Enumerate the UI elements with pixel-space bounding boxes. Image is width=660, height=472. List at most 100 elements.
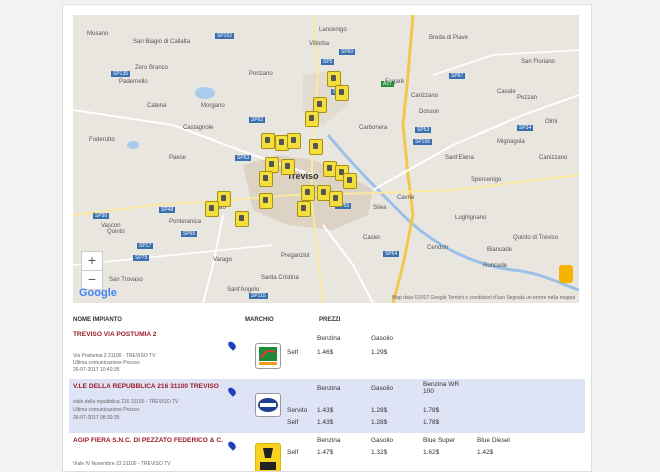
price-value: 1.78$ [423,407,440,414]
map-place-label: Roncade [483,263,508,269]
map-place-label: Varago [213,257,232,263]
fuel-type-header: Gasolio [371,335,394,342]
map-pin-icon[interactable] [226,340,238,351]
fuel-type-header: Benzina [317,335,341,342]
map-place-label: San Biagio di Callalta [133,39,191,45]
fuel-station-marker[interactable] [235,211,249,227]
fuel-type-header: Gasolio [371,437,394,444]
map-pin-icon[interactable] [226,440,238,451]
map-place-label: Spercenigo [471,177,502,183]
fuel-station-marker[interactable] [287,133,301,149]
tamoil-logo-graphic [258,398,278,412]
eni-logo-graphic [260,448,276,470]
last-update-time: 26-07-2017 08:30:35 [73,415,120,421]
road-shield: SP67 [449,73,466,79]
price-value: 1.47$ [317,449,334,456]
station-address: Via Postumia 2 31100 - TREVISO TV [73,353,156,359]
last-update-time: 26-07-2017 10:40:35 [73,367,120,373]
fuel-station-marker[interactable] [259,171,273,187]
service-type: Self [287,349,299,356]
fuel-station-marker[interactable] [297,201,311,217]
map-place-label: Lughignano [455,215,487,221]
station-row[interactable]: AGIP FIERA S.N.C. DI PEZZATO FEDERICO & … [69,433,585,471]
map-place-label: Vascon [101,223,121,229]
road-shield: SP115 [249,293,268,299]
fuel-station-marker[interactable] [261,133,275,149]
map-footer[interactable]: Map data ©2017 Google Termini e condizio… [392,295,575,301]
fuel-station-marker[interactable] [281,159,295,175]
price-value: 1.78$ [423,419,440,426]
fuel-station-marker[interactable] [309,139,323,155]
total-erg-logo [255,343,281,369]
map-place-label: San Trovaso [109,277,143,283]
fuel-station-marker[interactable] [335,85,349,101]
column-header-name: NOME IMPIANTO [73,317,122,323]
map-place-label: Cendon [427,245,449,251]
map-place-label: Ponteranica [169,219,202,225]
road-shield: SP5 [321,59,335,65]
eni-logo [255,443,281,471]
road-shield: SP64 [383,251,400,257]
last-update-label: Ultima comunicazione Prezzo: [73,360,141,366]
map-place-label: Zero Branco [135,65,169,71]
map[interactable]: Treviso Musano Quinto Paese Ponzano Vill… [73,15,579,303]
map-place-label: Lancenigo [319,27,347,33]
price-value: 1.42$ [477,449,494,456]
map-place-label: Villorba [309,41,329,47]
map-place-label: Preganziol [281,253,310,259]
zoom-in-button[interactable]: + [81,251,103,271]
fuel-type-header: Gasolio [371,385,394,392]
total-erg-logo-graphic [259,347,277,365]
map-place-label: Sant'Elena [445,155,474,161]
fuel-station-marker[interactable] [301,185,315,201]
map-pin-icon[interactable] [226,386,238,397]
map-place-label: Morgano [201,103,225,109]
map-place-label: Olmi [545,119,558,125]
service-type: Self [287,419,299,426]
google-logo[interactable]: Google [79,287,117,299]
map-place-label: Padernello [119,79,148,85]
road-shield: SP17 [137,243,154,249]
map-place-label: Cavrie [397,195,415,201]
fuel-station-marker[interactable] [329,191,343,207]
fuel-station-marker[interactable] [343,173,357,189]
fuel-type-header: Blue Super [423,437,456,444]
map-place-label: Dosson [419,109,440,115]
fuel-station-marker[interactable] [259,193,273,209]
price-value: 1.28$ [371,419,388,426]
price-value: 1.29$ [371,349,388,356]
station-row[interactable]: TREVISO VIA POSTUMIA 2 Via Postumia 2 31… [69,327,585,377]
price-value: 1.32$ [371,449,388,456]
map-place-label: Carbonera [359,125,388,131]
map-place-label: Fuderutto [89,137,115,143]
road-shield: SP135 [111,71,131,77]
road-shield: SP79 [133,255,150,261]
fuel-type-header: Blue Diesel [477,437,510,444]
column-header-prices: PREZZI [319,317,341,323]
map-place-label: Carizzano [411,93,439,99]
map-place-label: Quinto di Treviso [513,235,559,241]
road-shield: SP63 [235,155,252,161]
fuel-type-header: Benzina [317,437,341,444]
road-shield: SP106 [413,139,433,145]
map-place-label: Mignagola [497,139,525,145]
fuel-station-marker[interactable] [217,191,231,207]
station-name[interactable]: TREVISO VIA POSTUMIA 2 [73,331,156,338]
station-address: Viale IV Novembre 23 31100 - TREVISO TV [73,461,171,467]
map-place-label: Casale [497,89,516,95]
fuel-station-marker[interactable] [205,201,219,217]
price-value: 1.43$ [317,419,334,426]
column-header-brand: MARCHIO [245,317,274,323]
station-row-highlighted[interactable]: V.LE DELLA REPUBBLICA 216 31100 TREVISO … [69,379,585,433]
map-place-label: Quinto [107,229,125,235]
road-shield: SP102 [215,33,235,39]
map-place-label: Casier [363,235,381,241]
road-shield: SP53 [415,127,432,133]
street-view-pegman-icon[interactable] [559,265,573,283]
fuel-prices-panel: Treviso Musano Quinto Paese Ponzano Vill… [62,4,592,472]
map-place-label: Pezzan [517,95,538,101]
station-name[interactable]: V.LE DELLA REPUBBLICA 216 31100 TREVISO [73,383,219,390]
fuel-station-marker[interactable] [305,111,319,127]
price-value: 1.46$ [317,349,334,356]
station-name[interactable]: AGIP FIERA S.N.C. DI PEZZATO FEDERICO & … [73,437,223,444]
